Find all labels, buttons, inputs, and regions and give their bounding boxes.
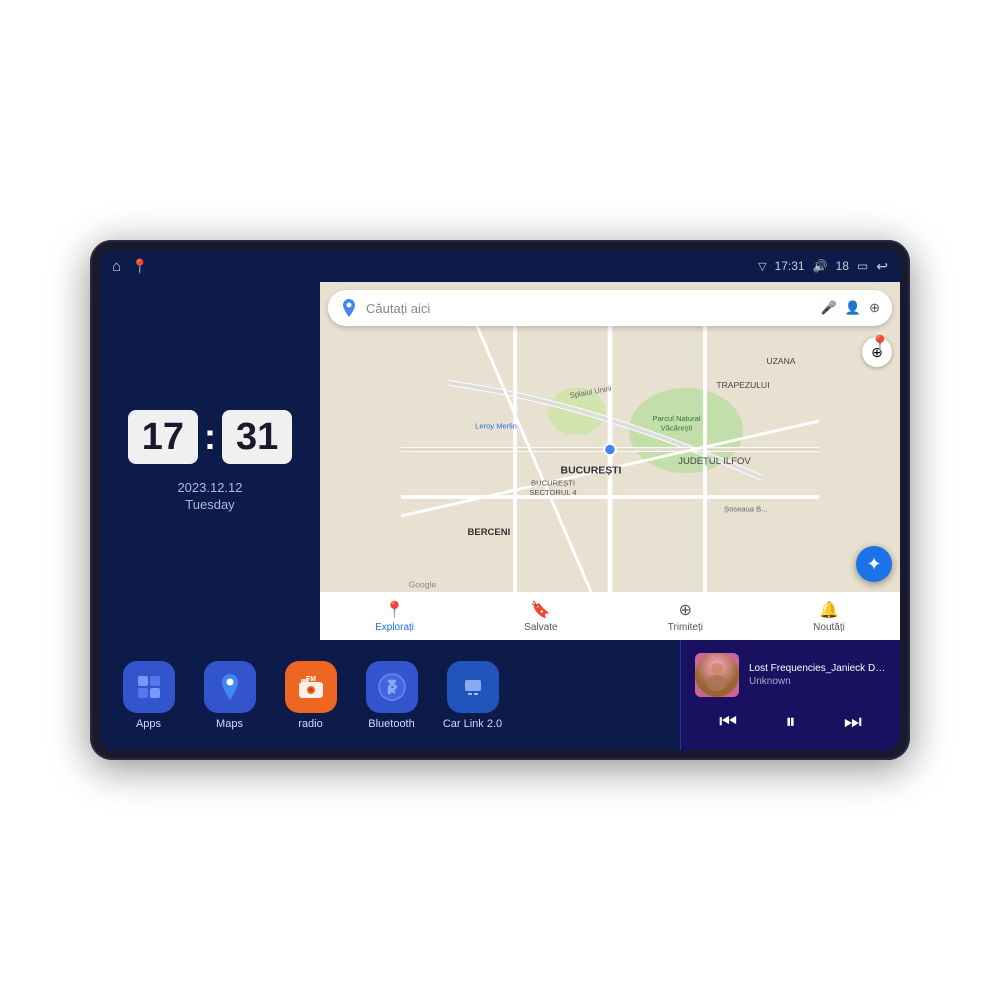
apps-label: Apps	[136, 718, 161, 730]
radio-icon-bg: FM	[285, 661, 337, 713]
main-content: 17 : 31 2023.12.12 Tuesday	[100, 282, 900, 750]
app-icon-radio[interactable]: FM radio	[278, 661, 343, 730]
apps-icon-bg	[123, 661, 175, 713]
music-next-button[interactable]: ⏭	[836, 707, 870, 738]
carlink-label: Car Link 2.0	[443, 718, 502, 730]
clock-minutes: 31	[222, 410, 292, 464]
app-icon-bluetooth[interactable]: Bluetooth	[359, 661, 424, 730]
map-bottom-nav: 📍 Explorați 🔖 Salvate ⊕ Trimiteți 🔔	[320, 592, 900, 640]
map-nav-saved[interactable]: 🔖 Salvate	[524, 600, 557, 633]
svg-text:BERCENI: BERCENI	[468, 527, 511, 538]
music-title: Lost Frequencies_Janieck Devy-...	[749, 663, 886, 674]
status-right: ▽ 17:31 🔊 18 ▭ ↩	[758, 258, 888, 275]
music-text: Lost Frequencies_Janieck Devy-... Unknow…	[749, 663, 886, 687]
bluetooth-label: Bluetooth	[368, 718, 414, 730]
music-artist: Unknown	[749, 676, 886, 687]
maps-pin-icon	[215, 672, 245, 702]
carlink-svg-icon	[458, 672, 488, 702]
map-layers-icon[interactable]: ⊕	[869, 300, 880, 316]
music-play-button[interactable]: ⏸	[777, 707, 803, 738]
svg-text:Google: Google	[409, 579, 437, 589]
svg-text:BUCUREȘTI: BUCUREȘTI	[531, 479, 575, 488]
svg-text:Șoseaua B...: Șoseaua B...	[724, 504, 767, 513]
svg-text:Leroy Merlin: Leroy Merlin	[475, 422, 517, 431]
map-pin-icon: 📍	[870, 334, 890, 354]
clock-display: 17 : 31	[128, 410, 293, 464]
map-svg: BUCUREȘTI JUDEȚUL ILFOV TRAPEZULUI UZANA…	[320, 326, 900, 592]
svg-text:BUCUREȘTI: BUCUREȘTI	[561, 465, 622, 476]
carlink-icon-bg	[447, 661, 499, 713]
svg-text:JUDEȚUL ILFOV: JUDEȚUL ILFOV	[678, 456, 751, 467]
home-icon[interactable]: ⌂	[112, 258, 121, 275]
maps-logo-icon	[340, 299, 358, 317]
volume-icon: 🔊	[813, 259, 828, 273]
map-nav-explore[interactable]: 📍 Explorați	[375, 600, 414, 633]
svg-text:SECTORUL 4: SECTORUL 4	[529, 488, 576, 497]
clock-panel: 17 : 31 2023.12.12 Tuesday	[100, 282, 320, 640]
signal-icon: ▽	[758, 260, 766, 273]
app-shortcuts: Apps Maps	[100, 640, 680, 750]
device-frame: ⌂ 📍 ▽ 17:31 🔊 18 ▭ ↩ 17 :	[90, 240, 910, 760]
map-search-actions: 🎤 👤 ⊕	[821, 300, 880, 316]
clock-hours: 17	[128, 410, 198, 464]
map-search-bar[interactable]: Căutați aici 🎤 👤 ⊕	[328, 290, 892, 326]
bluetooth-svg-icon	[378, 673, 406, 701]
clock-date-text: 2023.12.12	[177, 480, 242, 495]
music-prev-button[interactable]: ⏮	[711, 707, 745, 738]
map-nav-saved-label: Salvate	[524, 622, 557, 633]
maps-label: Maps	[216, 718, 243, 730]
svg-text:TRAPEZULUI: TRAPEZULUI	[716, 380, 769, 390]
clock-date: 2023.12.12 Tuesday	[177, 480, 242, 512]
maps-icon-bg	[204, 661, 256, 713]
map-panel[interactable]: Căutați aici 🎤 👤 ⊕	[320, 282, 900, 640]
radio-svg-icon: FM	[296, 672, 326, 702]
map-nav-send[interactable]: ⊕ Trimiteți	[668, 600, 703, 633]
music-thumbnail	[695, 653, 739, 697]
bottom-section: Apps Maps	[100, 640, 900, 750]
saved-icon: 🔖	[531, 600, 551, 620]
svg-text:UZANA: UZANA	[767, 356, 796, 366]
map-mic-icon[interactable]: 🎤	[821, 300, 837, 316]
volume-level: 18	[836, 259, 849, 273]
svg-text:FM: FM	[305, 676, 315, 683]
news-icon: 🔔	[819, 600, 839, 620]
bluetooth-icon-bg	[366, 661, 418, 713]
clock-colon: :	[204, 419, 216, 455]
explore-icon: 📍	[385, 600, 405, 620]
app-icon-carlink[interactable]: Car Link 2.0	[440, 661, 505, 730]
app-icon-maps[interactable]: Maps	[197, 661, 262, 730]
battery-icon: ▭	[857, 259, 868, 273]
device-screen: ⌂ 📍 ▽ 17:31 🔊 18 ▭ ↩ 17 :	[100, 250, 900, 750]
location-icon[interactable]: 📍	[131, 258, 148, 275]
map-nav-news[interactable]: 🔔 Noutăți	[813, 600, 845, 633]
radio-label: radio	[298, 718, 322, 730]
music-controls: ⏮ ⏸ ⏭	[695, 707, 886, 738]
send-icon: ⊕	[679, 600, 692, 620]
music-info: Lost Frequencies_Janieck Devy-... Unknow…	[695, 653, 886, 697]
status-left-icons: ⌂ 📍	[112, 258, 149, 275]
status-bar: ⌂ 📍 ▽ 17:31 🔊 18 ▭ ↩	[100, 250, 900, 282]
app-icon-apps[interactable]: Apps	[116, 661, 181, 730]
map-nav-explore-label: Explorați	[375, 622, 414, 633]
back-icon[interactable]: ↩	[876, 258, 888, 275]
svg-text:Parcul Natural: Parcul Natural	[652, 414, 700, 423]
svg-text:Văcărești: Văcărești	[661, 424, 693, 433]
status-time: 17:31	[775, 259, 805, 273]
map-area: BUCUREȘTI JUDEȚUL ILFOV TRAPEZULUI UZANA…	[320, 326, 900, 592]
map-recenter-button[interactable]: ✦	[856, 546, 892, 582]
map-search-placeholder[interactable]: Căutați aici	[366, 301, 813, 316]
music-player: Lost Frequencies_Janieck Devy-... Unknow…	[680, 640, 900, 750]
map-nav-news-label: Noutăți	[813, 622, 845, 633]
map-account-icon[interactable]: 👤	[845, 300, 861, 316]
map-nav-send-label: Trimiteți	[668, 622, 703, 633]
apps-grid-icon	[135, 673, 163, 701]
top-section: 17 : 31 2023.12.12 Tuesday	[100, 282, 900, 640]
clock-day-text: Tuesday	[177, 497, 242, 512]
